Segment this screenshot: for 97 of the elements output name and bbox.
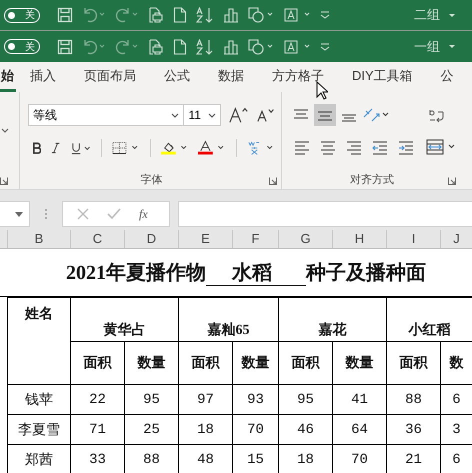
autosave-toggle[interactable]: 关 xyxy=(4,39,40,54)
table-cell: 25 xyxy=(124,414,178,444)
chevron-icon[interactable] xyxy=(1,128,9,133)
sort-icon[interactable] xyxy=(196,7,214,23)
ribbon-tab[interactable]: DIY工具箱 xyxy=(338,62,427,92)
column-header: 数量 xyxy=(332,342,386,384)
sort-icon[interactable] xyxy=(196,38,214,54)
column-header[interactable]: F xyxy=(233,230,279,248)
group-label: 对齐方式 xyxy=(350,172,394,186)
table-cell: 64 xyxy=(332,414,386,444)
table-cell: 95 xyxy=(278,384,332,414)
column-header: 嘉籼65 xyxy=(178,298,278,342)
chart-icon[interactable] xyxy=(223,38,239,54)
table-cell: 41 xyxy=(332,384,386,414)
table-cell: 36 xyxy=(386,414,440,444)
table-cell: 18 xyxy=(178,414,232,444)
column-header: 数量 xyxy=(232,342,278,384)
table-cell: 97 xyxy=(178,384,232,414)
table-cell: 钱苹 xyxy=(8,384,70,414)
table-cell: 70 xyxy=(232,414,278,444)
table-cell: 李夏雪 xyxy=(8,414,70,444)
ribbon-tab[interactable]: 公式 xyxy=(150,62,204,92)
column-header[interactable]: J xyxy=(441,230,472,248)
document-icon[interactable] xyxy=(173,7,187,23)
column-header: 面积 xyxy=(70,342,124,384)
table-cell: 95 xyxy=(124,384,178,414)
print-preview-icon[interactable] xyxy=(148,38,164,54)
font-size-field[interactable]: 11 xyxy=(183,104,221,126)
merge-center-icon[interactable] xyxy=(426,139,456,155)
table-cell: 71 xyxy=(70,414,124,444)
dialog-launcher-icon[interactable] xyxy=(269,177,277,185)
insert-function-button[interactable]: fx xyxy=(139,206,148,222)
shrink-font-icon[interactable] xyxy=(256,107,275,123)
customize-icon[interactable] xyxy=(320,10,330,20)
table-cell: 93 xyxy=(232,384,278,414)
customize-icon[interactable] xyxy=(320,42,330,52)
font-name-field[interactable]: 等线 xyxy=(28,104,184,126)
align-right-icon[interactable] xyxy=(346,141,362,155)
group-label: 字体 xyxy=(140,172,162,186)
formula-input[interactable] xyxy=(178,201,472,227)
phonetic-guide-icon[interactable] xyxy=(247,140,275,156)
underline-icon[interactable] xyxy=(70,142,91,154)
document-icon[interactable] xyxy=(173,38,187,54)
caret-icon[interactable] xyxy=(448,12,456,18)
autosave-toggle[interactable]: 关 xyxy=(4,8,40,22)
ribbon-tab[interactable]: 公 xyxy=(426,62,468,92)
column-header[interactable]: G xyxy=(279,230,333,248)
caret-icon[interactable] xyxy=(208,112,216,118)
text-box-icon[interactable] xyxy=(283,7,311,23)
table-cell: 22 xyxy=(70,384,124,414)
shapes-icon[interactable] xyxy=(248,38,274,54)
column-header: 姓名 xyxy=(8,298,70,384)
group-dropdown[interactable]: 二组 xyxy=(414,6,468,24)
borders-icon[interactable] xyxy=(112,141,140,155)
table-cell: 46 xyxy=(278,414,332,444)
group-dropdown[interactable]: 一组 xyxy=(414,38,468,56)
grow-font-icon[interactable] xyxy=(228,106,249,124)
column-header: 黄华占 xyxy=(70,298,178,342)
italic-icon[interactable] xyxy=(51,142,61,154)
caret-icon[interactable] xyxy=(448,44,456,49)
column-header[interactable]: D xyxy=(125,230,179,248)
name-box[interactable] xyxy=(0,201,30,227)
column-header[interactable]: I xyxy=(387,230,441,248)
decrease-indent-icon[interactable] xyxy=(372,141,388,155)
column-header[interactable]: B xyxy=(8,230,71,248)
sheet-title: 2021年夏播作物 水稻 种子及播种面 xyxy=(0,249,472,297)
ribbon-tab[interactable]: 页面布局 xyxy=(70,62,150,92)
column-header: 嘉花 xyxy=(278,298,386,342)
table-cell: 郑茜 xyxy=(8,444,70,473)
column-header[interactable]: C xyxy=(71,230,125,248)
align-left-icon[interactable] xyxy=(294,141,310,155)
fill-color-icon[interactable] xyxy=(160,140,188,156)
shapes-icon[interactable] xyxy=(248,7,274,23)
column-header: 数量 xyxy=(124,342,178,384)
increase-indent-icon[interactable] xyxy=(398,141,414,155)
dialog-launcher-icon[interactable] xyxy=(0,177,8,185)
save-icon[interactable] xyxy=(57,7,73,23)
print-preview-icon[interactable] xyxy=(148,7,164,23)
column-header: 小红稻 xyxy=(386,298,472,342)
bold-icon[interactable] xyxy=(32,142,42,154)
ribbon-tab[interactable]: 数据 xyxy=(204,62,258,92)
column-header[interactable]: H xyxy=(333,230,387,248)
table-cell: 88 xyxy=(386,384,440,414)
column-header: 面积 xyxy=(386,342,440,384)
text-box-icon[interactable] xyxy=(283,38,311,54)
column-header[interactable]: E xyxy=(179,230,233,248)
mouse-cursor-icon xyxy=(316,81,328,100)
wrap-text-icon[interactable] xyxy=(428,108,446,124)
align-center-icon[interactable] xyxy=(320,141,336,155)
ribbon-tab[interactable]: 方方格子 xyxy=(258,62,338,92)
ribbon-tab[interactable]: 插入 xyxy=(16,62,70,92)
dialog-launcher-icon[interactable] xyxy=(448,177,456,185)
save-icon[interactable] xyxy=(57,38,73,54)
column-header: 面积 xyxy=(278,342,332,384)
column-header: 面积 xyxy=(178,342,232,384)
chart-icon[interactable] xyxy=(223,7,239,23)
caret-icon[interactable] xyxy=(171,112,180,118)
